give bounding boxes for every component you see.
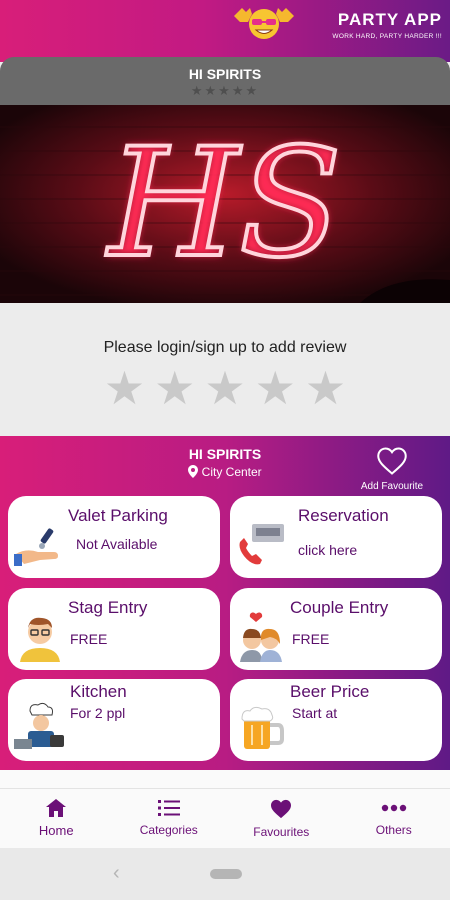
nav-home[interactable]: Home [0,789,113,848]
review-star-5[interactable]: ★ [305,365,346,411]
kitchen-card[interactable]: Kitchen For 2 ppl [8,679,220,761]
heart-icon [271,799,292,819]
stag-entry-title: Stag Entry [68,598,148,617]
nav-favourites[interactable]: Favourites [225,789,338,848]
beer-price-title: Beer Price [290,682,370,701]
home-icon [46,799,67,817]
couple-entry-value: FREE [292,631,330,647]
system-home-pill[interactable] [210,869,242,879]
app-header: PARTY APP WORK HARD, PARTY HARDER !!! [0,0,450,62]
reservation-link[interactable]: click here [298,542,357,558]
review-star-4[interactable]: ★ [255,365,296,411]
couple-entry-title: Couple Entry [290,598,389,617]
heart-outline-icon [377,447,407,475]
nav-favourites-label: Favourites [253,825,310,839]
valet-parking-card[interactable]: Valet Parking Not Available [8,496,220,578]
system-navigation-bar: ‹ [0,848,450,900]
venue-rating-stars: ★★★★★ [190,83,260,98]
nav-home-label: Home [38,823,74,838]
beer-price-card[interactable]: Beer Price Start at [230,679,442,761]
couple-heart-icon [240,612,282,662]
location-pin-icon [188,465,199,478]
venue-info-panel: HI SPIRITS City Center Add Favourite Val… [0,436,450,770]
review-star-1[interactable]: ★ [104,365,145,411]
add-favourite-button[interactable]: Add Favourite [352,447,432,492]
nav-categories-label: Categories [139,823,198,837]
content-bottom-spacer [0,770,450,788]
venue-location-label: City Center [201,465,262,479]
phone-table-icon [239,524,284,565]
nav-categories[interactable]: Categories [113,789,226,848]
system-back-icon[interactable]: ‹ [113,862,120,885]
bottom-navigation: Home Categories Favourites Others [0,788,450,848]
party-emoji-logo [234,8,294,39]
review-section: Please login/sign up to add review ★ ★ ★… [0,303,450,436]
svg-text:HS: HS [105,117,342,291]
venue-title: HI SPIRITS [188,66,262,82]
app-tagline: WORK HARD, PARTY HARDER !!! [332,33,442,40]
beer-price-value: Start at [292,705,338,721]
app-name: PARTY APP [337,10,442,29]
reservation-card[interactable]: Reservation click here [230,496,442,578]
nav-others[interactable]: Others [338,789,450,848]
man-avatar-icon [20,617,60,662]
nav-others-label: Others [375,823,412,837]
kitchen-value: For 2 ppl [70,705,126,721]
list-icon [157,800,180,816]
add-favourite-label: Add Favourite [360,481,424,492]
valet-parking-value: Not Available [76,536,158,552]
kitchen-title: Kitchen [70,682,127,701]
couple-entry-card[interactable]: Couple Entry FREE [230,588,442,670]
venue-header: HI SPIRITS ★★★★★ [0,57,450,105]
stag-entry-card[interactable]: Stag Entry FREE [8,588,220,670]
valet-parking-title: Valet Parking [68,506,168,525]
review-star-3[interactable]: ★ [204,365,245,411]
stag-entry-value: FREE [70,631,108,647]
beer-mug-icon [241,706,284,749]
more-dots-icon [381,804,406,812]
valet-key-icon [14,528,58,566]
venue-hero-image: HS HS [0,105,450,303]
review-login-prompt: Please login/sign up to add review [103,339,347,356]
chef-icon [14,702,64,749]
review-star-rating: ★ ★ ★ ★ ★ [0,365,450,411]
reservation-title: Reservation [298,506,389,525]
review-star-2[interactable]: ★ [154,365,195,411]
